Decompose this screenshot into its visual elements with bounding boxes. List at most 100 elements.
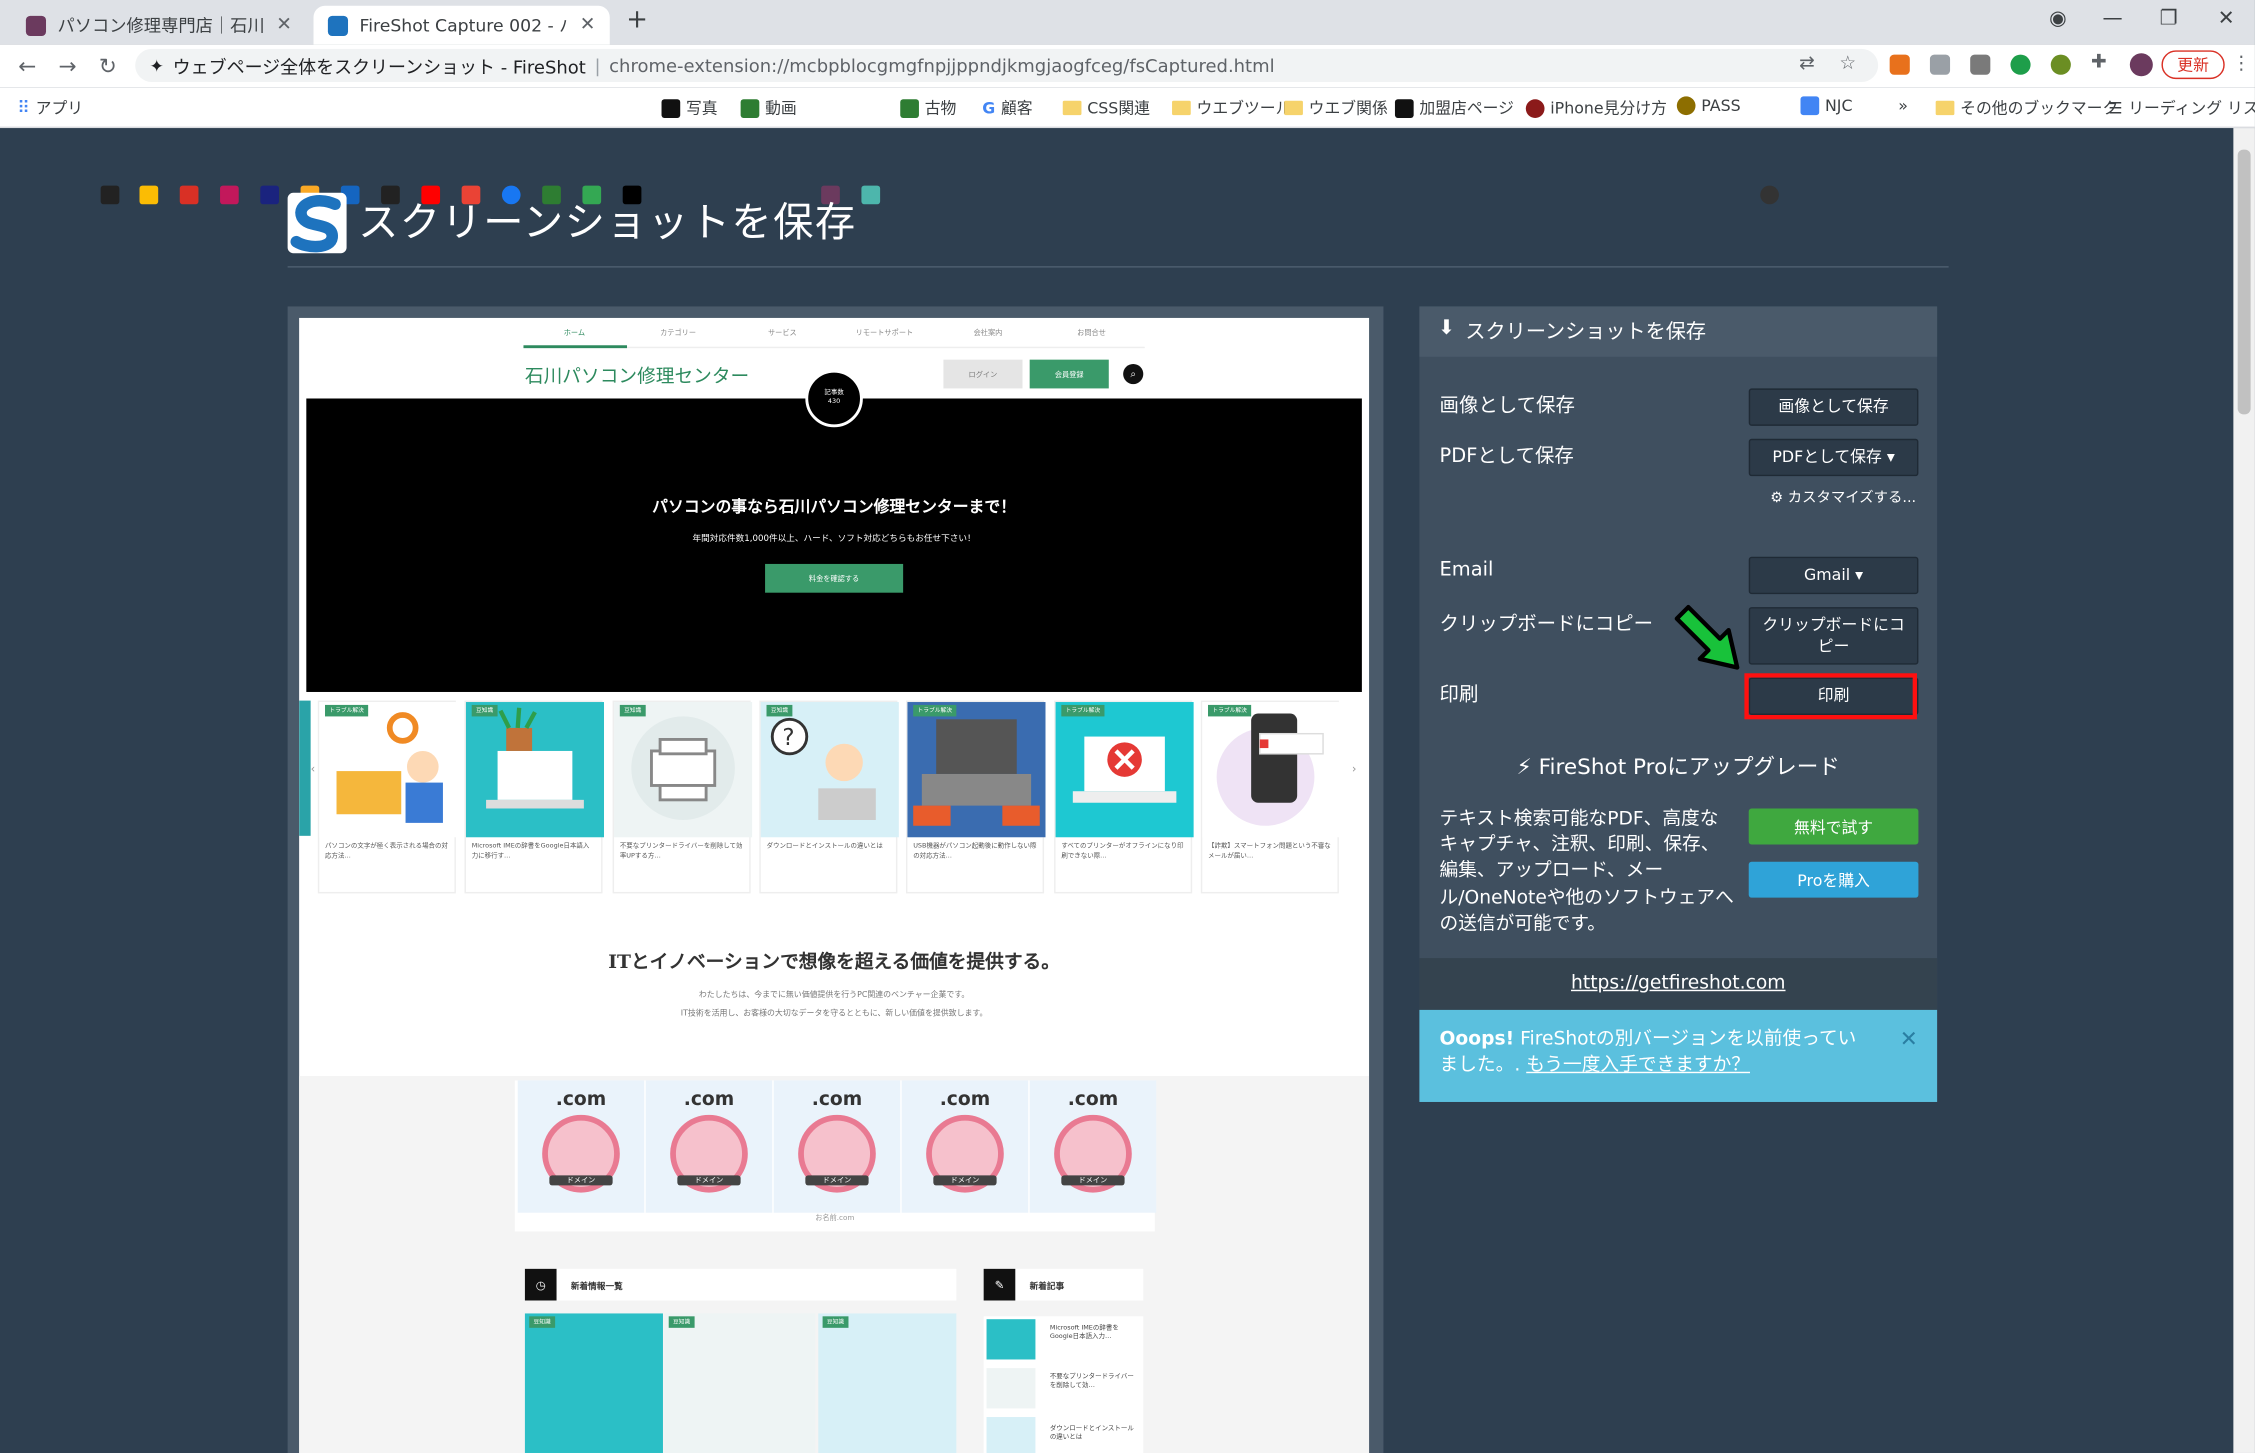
oops-retry-link[interactable]: もう一度入手できますか？ — [1526, 1055, 1750, 1077]
preview-card: 豆知識 不要なプリンタードライバーを削除して効率UPする方… — [612, 700, 753, 894]
preview-hero-button: 料金を確認する — [765, 563, 904, 593]
download-icon[interactable] — [1929, 54, 1951, 75]
save-pdf-button[interactable]: PDFとして保存 ▾ — [1748, 438, 1919, 477]
ad-com-label: .com — [555, 1089, 607, 1111]
address-bar[interactable]: ✦ ウェブページ全体をスクリーンショット - FireShot | chrome… — [135, 48, 1879, 83]
a8-icon[interactable] — [179, 185, 199, 205]
bookmark-photos[interactable]: 写真 — [661, 96, 718, 119]
avatar[interactable] — [2129, 53, 2153, 77]
bookmark-njc[interactable]: NJC — [1800, 96, 1852, 116]
gear-icon: ⚙ — [1770, 490, 1784, 507]
update-label: 更新 — [2177, 56, 2209, 75]
minimize-icon[interactable]: — — [2091, 7, 2134, 30]
email-label: Email — [1439, 558, 1494, 582]
bookmark-customers[interactable]: G 顧客 — [982, 96, 1032, 119]
preview-card-tag: トラブル解決 — [325, 704, 369, 717]
bookmark-label: アプリ — [35, 99, 84, 118]
preview-recent-thumb — [986, 1319, 1036, 1360]
bookmark-other[interactable]: その他のブックマーク — [1935, 96, 2118, 119]
page-title: スクリーンショットを保存 — [358, 198, 857, 247]
rakuten-icon[interactable] — [220, 185, 239, 205]
getfireshot-link[interactable]: https://getfireshot.com — [1419, 972, 1937, 994]
update-button[interactable]: 更新 — [2161, 50, 2225, 80]
extension-icon[interactable] — [1889, 54, 1910, 75]
preview-ad-cell: .com ドメイン — [773, 1080, 901, 1213]
bookmark-label: ウエブツール — [1196, 99, 1292, 118]
extensions-puzzle-icon[interactable]: ✚ — [2091, 52, 2107, 74]
preview-hero-button-label: 料金を確認する — [808, 574, 860, 584]
extension-icon[interactable] — [2010, 54, 2031, 75]
ad-com-label: .com — [939, 1089, 991, 1111]
bookmark-icon[interactable] — [1760, 185, 1779, 205]
customize-link[interactable]: ⚙ カスタマイズする... — [1770, 485, 1916, 507]
gmail-button[interactable]: Gmail ▾ — [1748, 556, 1919, 595]
preview-card-image — [614, 702, 753, 838]
vc-icon[interactable] — [260, 185, 279, 205]
ad-domain-label: ドメイン — [805, 1175, 869, 1186]
reading-list-icon: ☰ — [2108, 98, 2123, 118]
bookmarks-overflow[interactable]: » — [1898, 96, 1908, 115]
screenshot-preview[interactable]: ホーム カテゴリー サービス リモートサポート 会社案内 お問合せ 石川パソコン… — [299, 317, 1370, 1453]
ads-icon[interactable] — [139, 185, 159, 205]
bookmark-reading-list[interactable]: ☰ リーディング リスト — [2108, 96, 2255, 119]
copy-clipboard-button-label: クリップボードにコピー — [1762, 615, 1905, 657]
bookmark-antiques[interactable]: 古物 — [900, 96, 956, 119]
back-icon[interactable]: ← — [7, 53, 47, 79]
preview-ad-cell: .com ドメイン — [645, 1080, 773, 1213]
preview-nav-underline — [523, 345, 628, 349]
scrollbar-thumb[interactable] — [2237, 149, 2251, 415]
preview-nav-item: 会社案内 — [973, 329, 1003, 339]
preview-recent-thumb — [986, 1417, 1036, 1453]
close-icon[interactable]: ✕ — [580, 14, 596, 36]
bookmark-member-page[interactable]: 加盟店ページ — [1394, 96, 1514, 119]
amazon-icon[interactable] — [100, 185, 120, 205]
tab-search-icon[interactable]: ◉ — [2036, 7, 2079, 30]
bookmark-videos[interactable]: 動画 — [740, 96, 797, 119]
preview-card-image: ? — [760, 702, 899, 838]
restore-icon[interactable]: ❐ — [2147, 7, 2190, 30]
preview-recent-item: 不要なプリンタードライバーを削除して効… — [1049, 1373, 1134, 1391]
menu-kebab-icon[interactable]: ⋮ — [2232, 53, 2251, 75]
bookmark-icon[interactable] — [861, 185, 881, 205]
ad-domain-label: ドメイン — [677, 1175, 741, 1186]
translate-icon[interactable]: ⇄ — [1799, 53, 1815, 75]
extension-icon[interactable] — [2050, 54, 2071, 75]
try-free-button[interactable]: 無料で試す — [1748, 808, 1919, 845]
close-icon[interactable]: ✕ — [1900, 1026, 1918, 1052]
preview-news-thumb: 豆知識 — [664, 1313, 816, 1453]
tab-fireshot[interactable]: FireShot Capture 002 - パソコン修理専門店 ✕ — [313, 5, 610, 45]
bookmark-folder-webtools[interactable]: ウエブツール — [1172, 96, 1291, 119]
preview-login-label: ログイン — [968, 370, 998, 380]
reload-icon[interactable]: ↻ — [88, 53, 128, 79]
bookmark-pass[interactable]: PASS — [1676, 96, 1741, 116]
preview-nav-item: リモートサポート — [855, 329, 914, 339]
preview-hero-subtitle: 年間対応件数1,000件以上、ハード、ソフト対応どちらもお任せ下さい！ — [692, 533, 976, 544]
preview-news-title: 新着情報一覧 — [570, 1281, 623, 1292]
bolt-icon: ⚡ — [1516, 753, 1532, 780]
preview-recent-item: ダウンロードとインストールの違いとは — [1049, 1425, 1134, 1442]
preview-card-tag: トラブル解決 — [1061, 704, 1105, 717]
preview-news-header: ◷ 新着情報一覧 — [524, 1268, 957, 1301]
preview-card: ? 豆知識 ダウンロードとインストールの違いとは — [759, 700, 899, 894]
copy-clipboard-button[interactable]: クリップボードにコピー — [1748, 607, 1919, 665]
close-icon[interactable]: ✕ — [276, 14, 292, 36]
preview-card-tag: 豆知識 — [766, 704, 793, 717]
bookmark-star-icon[interactable]: ☆ — [1839, 53, 1856, 75]
preview-badge-count: 430 — [827, 398, 841, 406]
tab-site[interactable]: パソコン修理専門店｜石川パソコン修理センター ✕ — [12, 6, 307, 45]
new-tab-icon[interactable]: + — [616, 4, 659, 34]
forward-icon[interactable]: → — [47, 53, 87, 79]
buy-pro-button[interactable]: Proを購入 — [1748, 861, 1919, 898]
window-close-icon[interactable]: ✕ — [2205, 7, 2248, 30]
ad-domain-label: ドメイン — [549, 1175, 613, 1186]
bookmark-apps[interactable]: ⠿ アプリ — [17, 96, 83, 119]
bookmark-folder-css[interactable]: CSS関連 — [1062, 96, 1150, 119]
extension-icon[interactable] — [1970, 54, 1991, 75]
tab-title: FireShot Capture 002 - パソコン修理専門店 — [359, 15, 569, 36]
preview-nav-item: カテゴリー — [660, 329, 697, 339]
preview-card: トラブル解決 【詐欺】スマートフォン問題という不審なメールが届い… — [1200, 700, 1341, 894]
save-image-button[interactable]: 画像として保存 — [1748, 388, 1919, 426]
bookmark-iphone[interactable]: iPhone見分け方 — [1525, 96, 1667, 119]
bookmark-folder-web[interactable]: ウエブ関係 — [1284, 96, 1388, 119]
preview-card-image — [907, 702, 1046, 838]
